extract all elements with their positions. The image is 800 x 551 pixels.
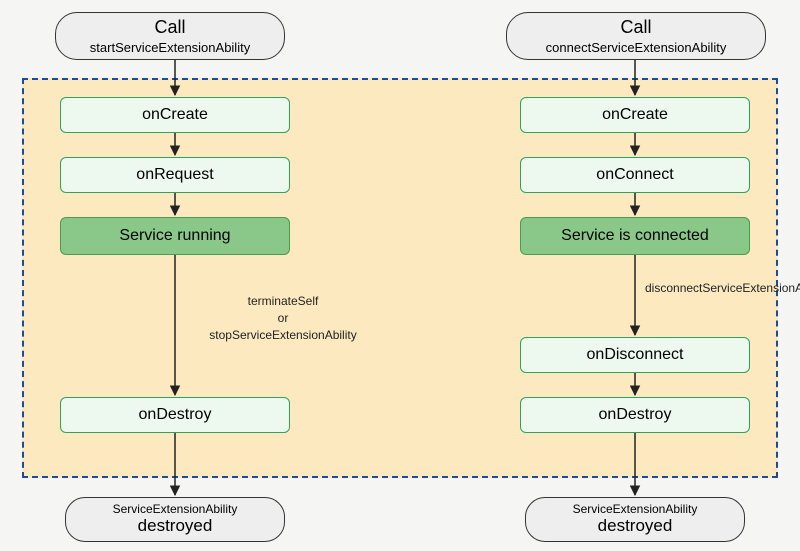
- right-call-node: Call connectServiceExtensionAbility: [506, 12, 766, 60]
- right-call-sub: connectServiceExtensionAbility: [546, 40, 727, 56]
- left-call-node: Call startServiceExtensionAbility: [55, 12, 285, 60]
- right-destroyed: ServiceExtensionAbility destroyed: [525, 497, 745, 542]
- left-call-title: Call: [154, 17, 185, 39]
- right-ondisconnect: onDisconnect: [520, 337, 750, 373]
- stop-service-ext: stopServiceExtensionAbility: [188, 327, 378, 344]
- left-oncreate-label: onCreate: [142, 105, 208, 124]
- right-destroyed-title: destroyed: [598, 516, 673, 536]
- left-call-sub: startServiceExtensionAbility: [90, 40, 250, 56]
- right-destroyed-sub: ServiceExtensionAbility: [573, 502, 698, 516]
- right-onconnect-label: onConnect: [596, 165, 673, 184]
- terminate-or: or: [188, 310, 378, 327]
- left-terminate-label: terminateSelf or stopServiceExtensionAbi…: [188, 293, 378, 343]
- right-disconnect-label: disconnectServiceExtensionAbility: [555, 280, 785, 297]
- right-ondestroy: onDestroy: [520, 397, 750, 433]
- disconnect-service-ext: disconnectServiceExtensionAbility: [645, 281, 800, 295]
- left-destroyed: ServiceExtensionAbility destroyed: [65, 497, 285, 542]
- left-onrequest: onRequest: [60, 157, 290, 193]
- left-running-label: Service running: [119, 226, 230, 245]
- left-onrequest-label: onRequest: [136, 165, 213, 184]
- left-oncreate: onCreate: [60, 97, 290, 133]
- right-oncreate-label: onCreate: [602, 105, 668, 124]
- right-oncreate: onCreate: [520, 97, 750, 133]
- left-ondestroy: onDestroy: [60, 397, 290, 433]
- terminate-self: terminateSelf: [188, 293, 378, 310]
- right-ondisconnect-label: onDisconnect: [587, 345, 684, 364]
- right-connected: Service is connected: [520, 217, 750, 255]
- right-call-title: Call: [620, 17, 651, 39]
- right-ondestroy-label: onDestroy: [599, 405, 672, 424]
- left-ondestroy-label: onDestroy: [139, 405, 212, 424]
- left-running: Service running: [60, 217, 290, 255]
- right-connected-label: Service is connected: [561, 226, 709, 245]
- left-destroyed-sub: ServiceExtensionAbility: [113, 502, 238, 516]
- left-destroyed-title: destroyed: [138, 516, 213, 536]
- right-onconnect: onConnect: [520, 157, 750, 193]
